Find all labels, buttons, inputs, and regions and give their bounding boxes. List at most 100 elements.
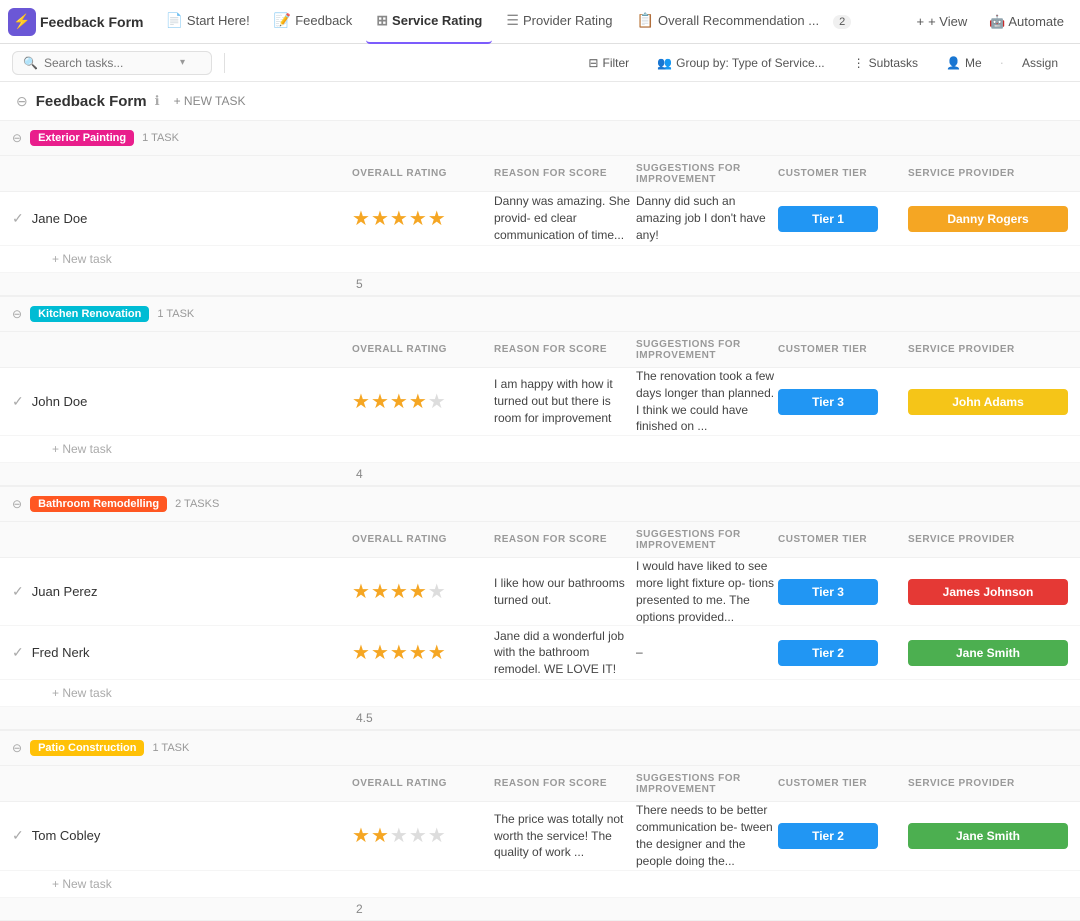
provider-badge: Danny Rogers [908, 206, 1068, 232]
assign-button[interactable]: Assign [1012, 52, 1068, 74]
provider-cell: John Adams [908, 389, 1068, 415]
task-name: John Doe [32, 394, 88, 409]
tab-overall-rec-icon: 📋 [637, 12, 654, 29]
group-by-button[interactable]: 👥 Group by: Type of Service... [647, 52, 834, 74]
task-check-icon[interactable]: ✓ [12, 827, 24, 844]
automate-button[interactable]: 🤖 Automate [981, 10, 1072, 34]
group-by-icon: 👥 [657, 56, 672, 70]
view-button[interactable]: + + View [907, 10, 978, 33]
star-5: ★ [428, 640, 446, 665]
suggestion-cell: I would have liked to see more light fix… [636, 558, 778, 625]
star-3: ★ [390, 389, 408, 414]
tab-overall-recommendation[interactable]: 📋 Overall Recommendation ... [627, 0, 830, 44]
task-name-cell: ✓ Juan Perez [12, 583, 352, 600]
new-task-row-bathroom-remodelling[interactable]: + New task [0, 680, 1080, 707]
tab-provider-rating[interactable]: ☰ Provider Rating [496, 0, 622, 44]
tab-service-rating[interactable]: ⊞ Service Rating [366, 0, 492, 44]
nav-badge[interactable]: 2 [833, 15, 851, 29]
page-title: Feedback Form [36, 93, 147, 110]
search-icon: 🔍 [23, 56, 38, 70]
group-toggle-exterior-painting[interactable]: ⊖ [12, 131, 22, 145]
page-header-toggle-icon[interactable]: ⊖ [16, 93, 28, 110]
group-header-exterior-painting: ⊖ Exterior Painting 1 TASK [0, 120, 1080, 156]
col-provider: SERVICE PROVIDER [908, 778, 1068, 789]
tab-service-rating-label: Service Rating [392, 13, 482, 28]
subtasks-button[interactable]: ⋮ Subtasks [843, 52, 928, 74]
star-2: ★ [371, 579, 389, 604]
star-rating: ★★★★★ [352, 206, 494, 231]
col-overall-rating: OVERALL RATING [352, 534, 494, 545]
avg-row-exterior-painting: 5 [0, 273, 1080, 296]
task-check-icon[interactable]: ✓ [12, 393, 24, 410]
suggestion-cell: There needs to be better communication b… [636, 802, 778, 869]
col-provider: SERVICE PROVIDER [908, 344, 1068, 355]
star-3: ★ [390, 579, 408, 604]
task-check-icon[interactable]: ✓ [12, 644, 24, 661]
col-tier: CUSTOMER TIER [778, 168, 908, 179]
star-5: ★ [428, 206, 446, 231]
subtasks-label: Subtasks [869, 56, 918, 70]
table-row[interactable]: ✓ John Doe ★★★★★ I am happy with how it … [0, 368, 1080, 436]
star-1: ★ [352, 206, 370, 231]
group-header-patio-construction: ⊖ Patio Construction 1 TASK [0, 730, 1080, 766]
task-check-icon[interactable]: ✓ [12, 583, 24, 600]
tab-start-here-label: Start Here! [187, 13, 250, 28]
col-overall-rating: OVERALL RATING [352, 344, 494, 355]
view-label: + View [928, 14, 967, 29]
me-button[interactable]: 👤 Me [936, 52, 992, 74]
group-label-kitchen-renovation: Kitchen Renovation [30, 306, 149, 322]
tier-cell: Tier 2 [778, 640, 908, 666]
overall-rating-cell: ★★★★★ [352, 823, 494, 848]
col-overall-rating: OVERALL RATING [352, 778, 494, 789]
tier-cell: Tier 1 [778, 206, 908, 232]
new-task-button[interactable]: + NEW TASK [168, 92, 252, 110]
task-check-icon[interactable]: ✓ [12, 210, 24, 227]
avg-value: 4.5 [352, 711, 494, 725]
provider-badge: John Adams [908, 389, 1068, 415]
me-label: Me [965, 56, 982, 70]
toolbar: 🔍 ▾ ⊟ Filter 👥 Group by: Type of Service… [0, 44, 1080, 82]
star-2: ★ [371, 389, 389, 414]
tab-feedback[interactable]: 📝 Feedback [264, 0, 363, 44]
task-name: Tom Cobley [32, 828, 101, 843]
new-task-row-patio-construction[interactable]: + New task [0, 871, 1080, 898]
tier-badge: Tier 2 [778, 640, 878, 666]
avg-value: 2 [352, 902, 494, 916]
provider-cell: Jane Smith [908, 640, 1068, 666]
tab-provider-rating-label: Provider Rating [523, 13, 613, 28]
new-task-row-kitchen-renovation[interactable]: + New task [0, 436, 1080, 463]
suggestion-cell: – [636, 644, 778, 661]
group-toggle-kitchen-renovation[interactable]: ⊖ [12, 307, 22, 321]
avg-row-bathroom-remodelling: 4.5 [0, 707, 1080, 730]
app-icon-symbol: ⚡ [13, 13, 30, 30]
group-label-exterior-painting: Exterior Painting [30, 130, 134, 146]
table-row[interactable]: ✓ Jane Doe ★★★★★ Danny was amazing. She … [0, 192, 1080, 246]
suggestion-cell: Danny did such an amazing job I don't ha… [636, 193, 778, 243]
app-title: Feedback Form [40, 14, 143, 30]
search-box[interactable]: 🔍 ▾ [12, 51, 212, 75]
group-toggle-bathroom-remodelling[interactable]: ⊖ [12, 497, 22, 511]
table-row[interactable]: ✓ Fred Nerk ★★★★★ Jane did a wonderful j… [0, 626, 1080, 680]
filter-button[interactable]: ⊟ Filter [578, 52, 639, 74]
col-tier: CUSTOMER TIER [778, 778, 908, 789]
table-row[interactable]: ✓ Juan Perez ★★★★★ I like how our bathro… [0, 558, 1080, 626]
page-header: ⊖ Feedback Form ℹ + NEW TASK [0, 82, 1080, 120]
col-provider: SERVICE PROVIDER [908, 534, 1068, 545]
new-task-row-exterior-painting[interactable]: + New task [0, 246, 1080, 273]
star-4: ★ [409, 206, 427, 231]
avg-row-patio-construction: 2 [0, 898, 1080, 921]
tab-start-here[interactable]: 📄 Start Here! [155, 0, 259, 44]
automate-label: Automate [1008, 14, 1064, 29]
star-rating: ★★★★★ [352, 640, 494, 665]
star-3: ★ [390, 640, 408, 665]
tab-provider-rating-icon: ☰ [506, 12, 519, 29]
assign-label: Assign [1022, 56, 1058, 70]
star-2: ★ [371, 823, 389, 848]
star-rating: ★★★★★ [352, 389, 494, 414]
col-suggestions: SUGGESTIONS FOR IMPROVEMENT [636, 339, 778, 361]
overall-rating-cell: ★★★★★ [352, 206, 494, 231]
search-input[interactable] [44, 56, 174, 70]
col-provider: SERVICE PROVIDER [908, 168, 1068, 179]
group-toggle-patio-construction[interactable]: ⊖ [12, 741, 22, 755]
table-row[interactable]: ✓ Tom Cobley ★★★★★ The price was totally… [0, 802, 1080, 870]
